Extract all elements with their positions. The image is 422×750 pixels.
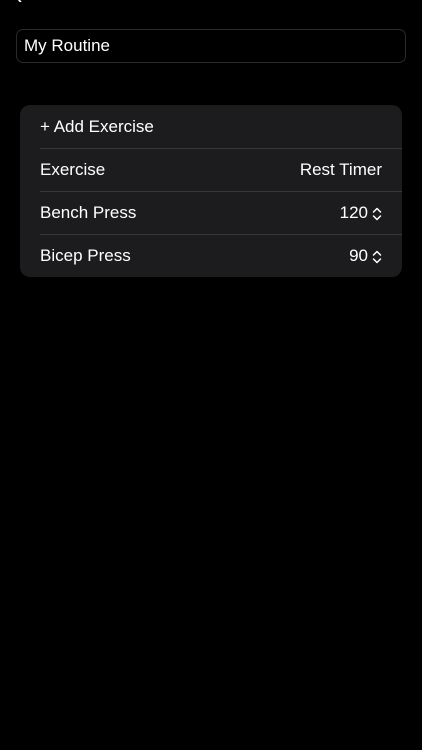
exercise-name: Bicep Press bbox=[40, 245, 131, 265]
routine-name-field[interactable] bbox=[16, 29, 406, 63]
chevron-up-down-icon bbox=[372, 206, 382, 220]
rest-timer-picker[interactable]: 90 bbox=[349, 246, 382, 266]
exercise-column-header: Exercise bbox=[40, 159, 106, 179]
rest-timer-column-header: Rest Timer bbox=[299, 159, 382, 179]
add-exercise-label: + Add Exercise bbox=[40, 116, 154, 136]
routine-name-input[interactable] bbox=[24, 36, 405, 56]
back-chevron-icon[interactable] bbox=[18, 0, 24, 2]
rest-timer-value: 120 bbox=[339, 202, 368, 222]
add-exercise-button[interactable]: + Add Exercise bbox=[20, 105, 402, 148]
table-header-row: Exercise Rest Timer bbox=[20, 148, 402, 191]
chevron-up-down-icon bbox=[372, 249, 382, 263]
rest-timer-value: 90 bbox=[349, 245, 368, 265]
table-row: Bicep Press 90 bbox=[20, 234, 402, 277]
rest-timer-picker[interactable]: 120 bbox=[340, 203, 382, 223]
table-row: Bench Press 120 bbox=[20, 191, 402, 234]
exercise-name: Bench Press bbox=[40, 202, 137, 222]
exercise-card: + Add Exercise Exercise Rest Timer Bench… bbox=[20, 105, 402, 277]
